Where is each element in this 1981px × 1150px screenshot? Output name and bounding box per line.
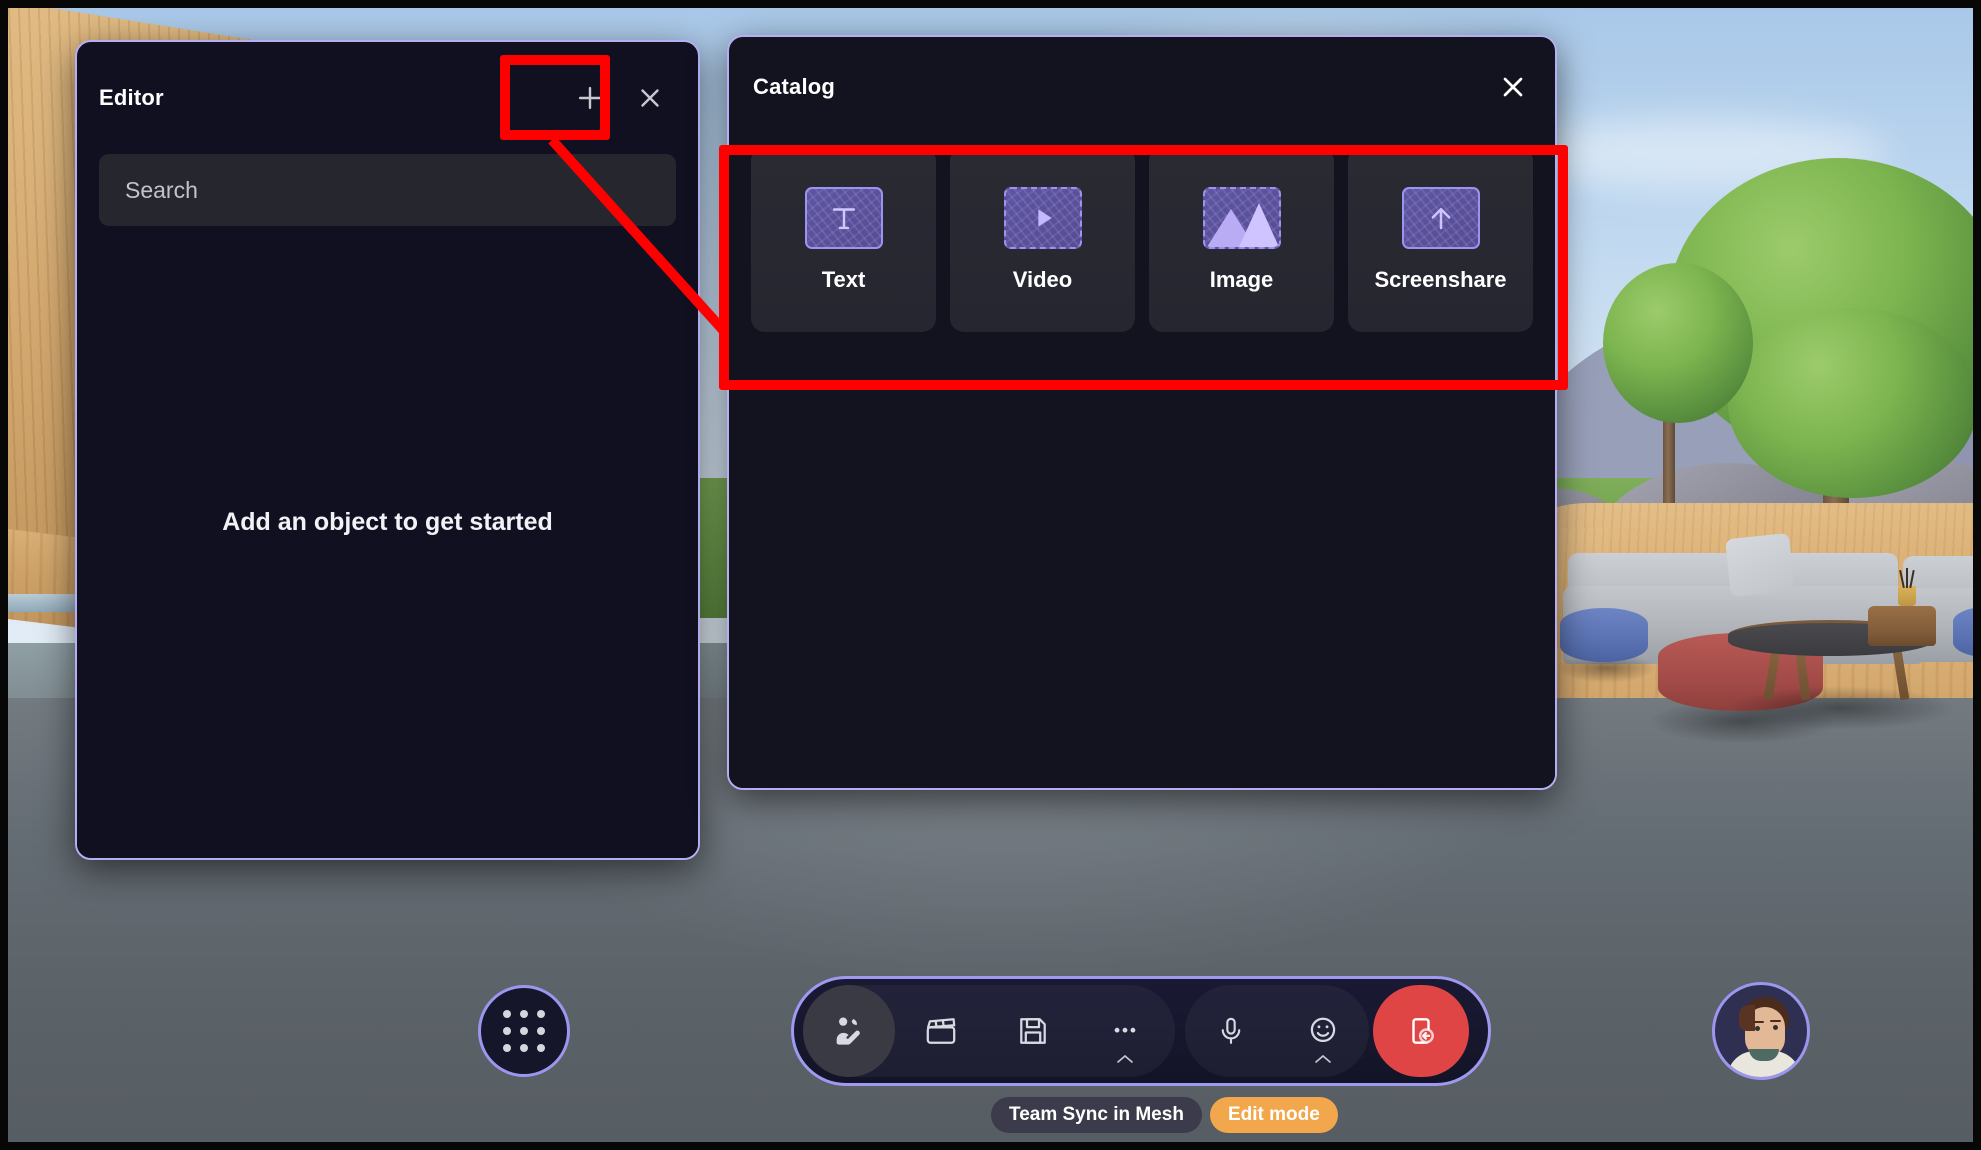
editor-empty-state: Add an object to get started (77, 226, 698, 858)
avatar-brow (1753, 1021, 1764, 1023)
emoji-smile-icon (1310, 1017, 1336, 1043)
ottoman-blue (1560, 608, 1648, 662)
editor-panel-header: Editor (77, 42, 698, 154)
catalog-item-screenshare[interactable]: Screenshare (1348, 147, 1533, 332)
text-t-icon (804, 186, 883, 249)
chevron-up-icon (1117, 1054, 1133, 1063)
catalog-panel-title: Catalog (753, 74, 836, 99)
editor-header-actions (564, 72, 676, 124)
arrow-up-icon (1401, 186, 1480, 249)
avatar-hair-side (1739, 1005, 1755, 1031)
video-play-icon (1003, 186, 1082, 249)
avatar-portrait (1715, 985, 1807, 1077)
editor-empty-message: Add an object to get started (222, 507, 553, 536)
clapperboard-icon (926, 1018, 956, 1044)
microphone-icon (1221, 1017, 1241, 1044)
catalog-item-text[interactable]: Text (751, 147, 936, 332)
user-avatar-button[interactable] (1712, 982, 1810, 1080)
apps-grid-button[interactable] (478, 985, 570, 1077)
save-button[interactable] (987, 985, 1079, 1077)
image-photo-icon (1202, 186, 1281, 249)
clapperboard-button[interactable] (895, 985, 987, 1077)
catalog-empty-area (729, 332, 1555, 788)
catalog-item-label: Screenshare (1374, 266, 1507, 292)
more-button[interactable] (1079, 985, 1171, 1077)
table-shadow (1726, 686, 1956, 730)
add-object-button[interactable] (564, 72, 616, 124)
toolbar-group-media (1185, 985, 1369, 1077)
catalog-panel: Catalog Text Video Image Screenshare (727, 35, 1557, 790)
room-name-chip[interactable]: Team Sync in Mesh (991, 1097, 1202, 1133)
avatar-brow (1770, 1020, 1781, 1022)
close-icon (641, 89, 659, 107)
catalog-item-image[interactable]: Image (1149, 147, 1334, 332)
floppy-save-icon (1020, 1018, 1046, 1044)
catalog-item-video[interactable]: Video (950, 147, 1135, 332)
chevron-up-icon (1315, 1054, 1331, 1063)
avatar-editor-button[interactable] (803, 985, 895, 1077)
side-table (1868, 606, 1936, 646)
mug (1898, 586, 1916, 606)
editor-close-button[interactable] (624, 72, 676, 124)
grid-dots-icon (503, 1010, 545, 1052)
reactions-button[interactable] (1277, 985, 1369, 1077)
editor-search-area: Search (77, 154, 698, 226)
microphone-button[interactable] (1185, 985, 1277, 1077)
catalog-panel-header: Catalog (729, 37, 1555, 137)
edit-mode-label: Edit mode (1227, 1104, 1320, 1125)
edit-mode-badge[interactable]: Edit mode (1209, 1097, 1338, 1133)
main-toolbar (791, 976, 1491, 1086)
catalog-item-grid: Text Video Image Screenshare (729, 137, 1555, 332)
search-placeholder: Search (125, 176, 198, 203)
catalog-item-label: Text (821, 266, 866, 292)
editor-panel-title: Editor (99, 85, 164, 110)
catalog-item-label: Image (1209, 266, 1274, 292)
plus-icon (578, 86, 602, 110)
sofa-pillow (1725, 532, 1795, 598)
editor-panel: Editor Search Add an object to get start… (75, 40, 700, 860)
close-icon (1503, 77, 1523, 97)
app-screen: Editor Search Add an object to get start… (0, 0, 1981, 1150)
status-bar: Team Sync in Mesh Edit mode (991, 1097, 1338, 1133)
leave-door-icon (1412, 1018, 1434, 1044)
leave-button[interactable] (1373, 985, 1469, 1077)
avatar-eye (1755, 1026, 1760, 1031)
pencils (1906, 568, 1908, 588)
catalog-close-button[interactable] (1487, 61, 1539, 113)
tree-canopy (1728, 308, 1973, 498)
room-name-label: Team Sync in Mesh (1009, 1104, 1184, 1125)
more-dots-icon (1114, 1027, 1136, 1033)
catalog-item-label: Video (1012, 266, 1073, 292)
avatar-eye (1773, 1025, 1778, 1030)
search-input[interactable]: Search (99, 154, 676, 226)
tree-canopy (1603, 263, 1753, 423)
people-avatar-icon (836, 1017, 860, 1045)
toolbar-group-primary (803, 985, 1175, 1077)
